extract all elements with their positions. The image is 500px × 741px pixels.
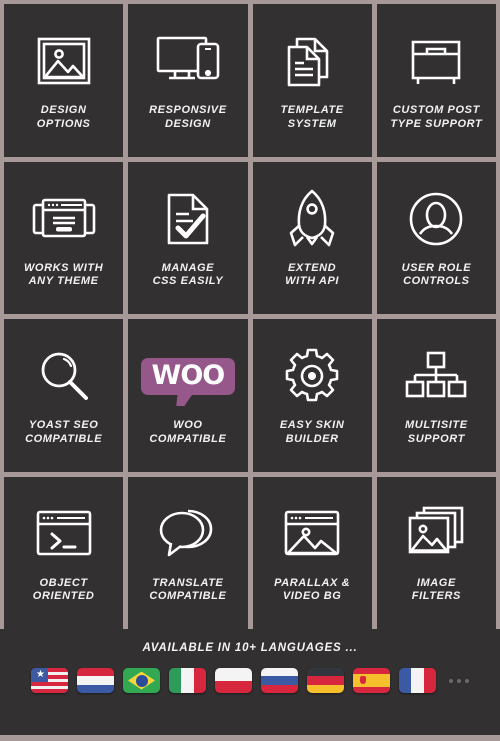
feature-tile-custom-post-type[interactable]: CUSTOM POST TYPE SUPPORT bbox=[376, 4, 496, 157]
feature-tile-user-role-controls[interactable]: USER ROLE CONTROLS bbox=[376, 161, 496, 314]
desktop-mobile-icon bbox=[128, 22, 247, 100]
woo-logo-tail bbox=[175, 393, 193, 406]
rocket-icon bbox=[253, 180, 372, 258]
flags-list: ★ bbox=[31, 668, 469, 693]
browser-image-icon bbox=[253, 495, 372, 573]
feature-tile-works-any-theme[interactable]: WORKS WITH ANY THEME bbox=[4, 161, 124, 314]
feature-tile-manage-css[interactable]: MANAGE CSS EASILY bbox=[128, 161, 248, 314]
feature-label: PARALLAX & VIDEO BG bbox=[274, 576, 351, 603]
terminal-window-icon bbox=[4, 495, 123, 573]
germany-flag[interactable] bbox=[307, 668, 344, 693]
feature-tile-parallax-video-bg[interactable]: PARALLAX & VIDEO BG bbox=[252, 476, 372, 629]
spain-flag[interactable] bbox=[353, 668, 390, 693]
feature-label: YOAST SEO COMPATIBLE bbox=[25, 419, 103, 445]
feature-tile-multisite-support[interactable]: MULTISITE SUPPORT bbox=[376, 319, 496, 472]
italy-flag[interactable] bbox=[169, 668, 206, 693]
feature-tile-responsive-design[interactable]: RESPONSIVE DESIGN bbox=[128, 4, 248, 157]
features-grid: DESIGN OPTIONS RESPONSIVE DESIGN TEMPLAT… bbox=[0, 0, 500, 629]
feature-label: RESPONSIVE DESIGN bbox=[149, 104, 227, 130]
feature-label: OBJECT ORIENTED bbox=[32, 576, 95, 603]
feature-tile-object-oriented[interactable]: OBJECT ORIENTED bbox=[4, 476, 124, 629]
gear-icon bbox=[253, 337, 372, 415]
brazil-flag[interactable] bbox=[123, 668, 160, 693]
feature-label: MULTISITE SUPPORT bbox=[405, 419, 468, 445]
woo-logo-text: WOO bbox=[151, 359, 226, 391]
feature-label: IMAGE FILTERS bbox=[411, 576, 461, 603]
feature-tile-translate-compatible[interactable]: TRANSLATE COMPATIBLE bbox=[128, 476, 248, 629]
more-languages-indicator bbox=[449, 678, 469, 683]
document-check-icon bbox=[128, 180, 247, 258]
feature-tile-easy-skin-builder[interactable]: EASY SKIN BUILDER bbox=[252, 319, 372, 472]
feature-tile-woo-compatible[interactable]: WOO WOO COMPATIBLE bbox=[128, 319, 248, 472]
speech-bubbles-icon bbox=[128, 495, 247, 573]
netherlands-flag[interactable] bbox=[77, 668, 114, 693]
woo-logo-icon: WOO bbox=[128, 337, 247, 415]
dot-icon bbox=[449, 678, 453, 683]
languages-panel: AVAILABLE IN 10+ LANGUAGES ... ★ bbox=[0, 629, 500, 735]
user-circle-icon bbox=[377, 180, 496, 258]
feature-label: MANAGE CSS EASILY bbox=[152, 261, 224, 288]
poland-flag[interactable] bbox=[215, 668, 252, 693]
feature-label: WORKS WITH ANY THEME bbox=[23, 261, 104, 288]
documents-icon bbox=[253, 22, 372, 100]
feature-tile-yoast-seo[interactable]: YOAST SEO COMPATIBLE bbox=[4, 319, 124, 472]
feature-label: WOO COMPATIBLE bbox=[149, 419, 227, 445]
france-flag[interactable] bbox=[399, 668, 436, 693]
feature-label: USER ROLE CONTROLS bbox=[401, 261, 472, 288]
feature-tile-template-system[interactable]: TEMPLATE SYSTEM bbox=[252, 4, 372, 157]
dot-icon bbox=[457, 678, 461, 683]
feature-label: TEMPLATE SYSTEM bbox=[280, 104, 344, 130]
dot-icon bbox=[465, 678, 469, 683]
languages-heading: AVAILABLE IN 10+ LANGUAGES ... bbox=[142, 642, 358, 654]
united-states-flag[interactable]: ★ bbox=[31, 668, 68, 693]
image-stack-icon bbox=[377, 495, 496, 573]
sitemap-icon bbox=[377, 337, 496, 415]
archive-box-icon bbox=[377, 22, 496, 100]
feature-label: CUSTOM POST TYPE SUPPORT bbox=[390, 104, 483, 130]
image-frame-icon bbox=[4, 22, 123, 100]
feature-label: EASY SKIN BUILDER bbox=[279, 419, 345, 445]
browser-windows-icon bbox=[4, 180, 123, 258]
russia-flag[interactable] bbox=[261, 668, 298, 693]
feature-tile-design-options[interactable]: DESIGN OPTIONS bbox=[4, 4, 124, 157]
feature-label: TRANSLATE COMPATIBLE bbox=[149, 576, 227, 603]
feature-tile-image-filters[interactable]: IMAGE FILTERS bbox=[376, 476, 496, 629]
magnifier-icon bbox=[4, 337, 123, 415]
feature-tile-extend-api[interactable]: EXTEND WITH API bbox=[252, 161, 372, 314]
feature-grid-page: DESIGN OPTIONS RESPONSIVE DESIGN TEMPLAT… bbox=[0, 0, 500, 741]
feature-label: EXTEND WITH API bbox=[285, 261, 340, 288]
feature-label: DESIGN OPTIONS bbox=[36, 104, 91, 130]
